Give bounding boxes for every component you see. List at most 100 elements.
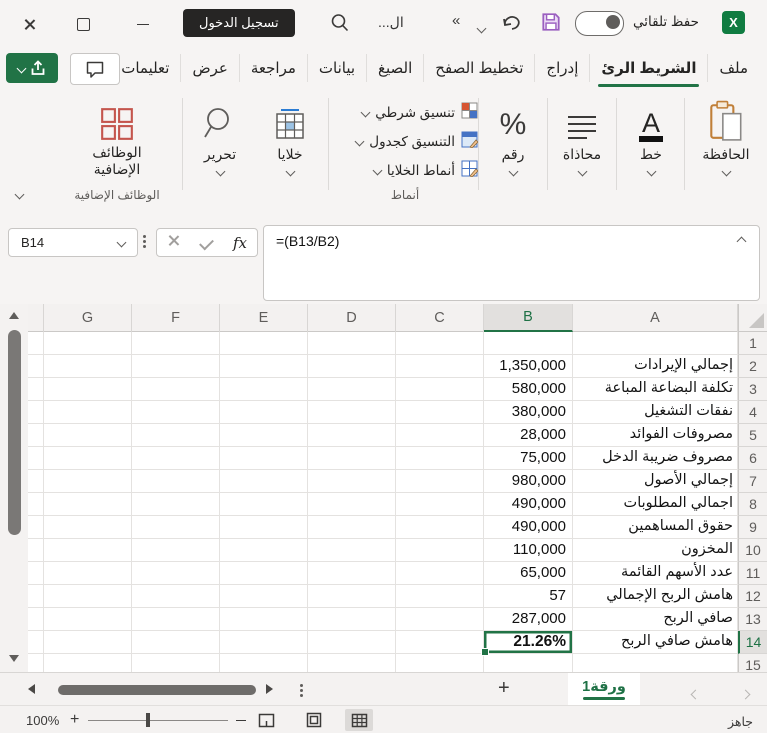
cell-C10[interactable] (396, 539, 484, 562)
cell-E14[interactable] (220, 631, 308, 654)
cell-C2[interactable] (396, 355, 484, 378)
cell-C9[interactable] (396, 516, 484, 539)
cell-A10[interactable]: المخزون (573, 539, 738, 562)
ribbon-tab-4[interactable]: الصيغ (367, 54, 425, 82)
cell-B15[interactable] (484, 654, 573, 672)
cell-H7[interactable] (28, 470, 44, 493)
cell-F3[interactable] (132, 378, 220, 401)
column-header-E[interactable]: E (220, 304, 308, 332)
cell-E5[interactable] (220, 424, 308, 447)
cell-B10[interactable]: 110,000 (484, 539, 573, 562)
cell-F15[interactable] (132, 654, 220, 672)
cell-E10[interactable] (220, 539, 308, 562)
ribbon-tab-5[interactable]: بيانات (308, 54, 368, 82)
cell-H1[interactable] (28, 332, 44, 355)
cell-C3[interactable] (396, 378, 484, 401)
ribbon-tab-0[interactable]: ملف (708, 54, 759, 82)
cell-D1[interactable] (308, 332, 396, 355)
sign-in-button[interactable]: تسجيل الدخول (183, 9, 295, 37)
cell-F5[interactable] (132, 424, 220, 447)
cell-B12[interactable]: 57 (484, 585, 573, 608)
cells-group-button[interactable]: خلايا (258, 94, 322, 177)
zoom-out-button[interactable] (236, 719, 246, 722)
cell-E11[interactable] (220, 562, 308, 585)
cell-A4[interactable]: نفقات التشغيل (573, 401, 738, 424)
collapse-formula-bar-button[interactable] (736, 236, 747, 247)
cell-E6[interactable] (220, 447, 308, 470)
cell-C11[interactable] (396, 562, 484, 585)
cell-H14[interactable] (28, 631, 44, 654)
row-header-15[interactable]: 15 (738, 654, 767, 672)
document-title[interactable]: ال... (378, 14, 404, 31)
cell-E1[interactable] (220, 332, 308, 355)
cell-G10[interactable] (44, 539, 132, 562)
cell-D13[interactable] (308, 608, 396, 631)
column-header-F[interactable]: F (132, 304, 220, 332)
cell-G11[interactable] (44, 562, 132, 585)
ribbon-tab-1[interactable]: الشريط الرئ (590, 54, 709, 87)
clipboard-group-button[interactable]: الحافظة (688, 94, 764, 177)
cell-E4[interactable] (220, 401, 308, 424)
scroll-down-icon[interactable] (9, 655, 19, 662)
cell-D9[interactable] (308, 516, 396, 539)
close-window-button[interactable] (18, 13, 40, 35)
column-header-B[interactable]: B (484, 304, 573, 332)
cell-A11[interactable]: عدد الأسهم القائمة (573, 562, 738, 585)
cell-A6[interactable]: مصروف ضريبة الدخل (573, 447, 738, 470)
hscroll-right-icon[interactable] (266, 684, 273, 694)
zoom-slider-handle[interactable] (146, 713, 150, 727)
cell-H13[interactable] (28, 608, 44, 631)
row-header-14[interactable]: 14 (738, 631, 767, 654)
cell-H8[interactable] (28, 493, 44, 516)
minimize-window-button[interactable] (132, 13, 154, 35)
insert-function-button[interactable]: fx (233, 234, 247, 252)
search-button[interactable] (330, 13, 350, 38)
cell-F13[interactable] (132, 608, 220, 631)
row-header-9[interactable]: 9 (738, 516, 767, 539)
row-header-6[interactable]: 6 (738, 447, 767, 470)
cell-A3[interactable]: تكلفة البضاعة المباعة (573, 378, 738, 401)
cell-B14[interactable]: 21.26% (481, 631, 573, 656)
column-header-A[interactable]: A (573, 304, 738, 332)
row-header-10[interactable]: 10 (738, 539, 767, 562)
cell-D15[interactable] (308, 654, 396, 672)
cell-E12[interactable] (220, 585, 308, 608)
cell-A8[interactable]: اجمالي المطلوبات (573, 493, 738, 516)
cell-D11[interactable] (308, 562, 396, 585)
row-header-2[interactable]: 2 (738, 355, 767, 378)
cell-D5[interactable] (308, 424, 396, 447)
row-header-11[interactable]: 11 (738, 562, 767, 585)
cell-D12[interactable] (308, 585, 396, 608)
select-all-button[interactable] (738, 304, 767, 332)
row-header-13[interactable]: 13 (738, 608, 767, 631)
previous-sheet-button[interactable] (690, 685, 701, 703)
cell-D14[interactable] (308, 631, 396, 654)
customize-quick-access-button[interactable] (476, 19, 487, 37)
cell-G6[interactable] (44, 447, 132, 470)
cell-G2[interactable] (44, 355, 132, 378)
scroll-up-icon[interactable] (9, 312, 19, 319)
cell-H5[interactable] (28, 424, 44, 447)
cell-C12[interactable] (396, 585, 484, 608)
ribbon-tab-2[interactable]: إدراج (535, 54, 591, 82)
cell-A1[interactable] (573, 332, 738, 355)
cell-D8[interactable] (308, 493, 396, 516)
cell-H11[interactable] (28, 562, 44, 585)
ribbon-tab-8[interactable]: تعليمات (110, 54, 182, 82)
cell-E15[interactable] (220, 654, 308, 672)
cell-G12[interactable] (44, 585, 132, 608)
editing-group-button[interactable]: تحرير (188, 94, 252, 177)
cell-B7[interactable]: 980,000 (484, 470, 573, 493)
more-toolbar-commands[interactable]: « (452, 12, 460, 29)
vertical-scrollbar-thumb[interactable] (8, 330, 21, 535)
cell-D10[interactable] (308, 539, 396, 562)
cell-B6[interactable]: 75,000 (484, 447, 573, 470)
page-break-preview-button[interactable] (252, 709, 280, 731)
cancel-button[interactable] (167, 234, 180, 252)
cell-H4[interactable] (28, 401, 44, 424)
ribbon-tab-7[interactable]: عرض (181, 54, 240, 82)
cell-C1[interactable] (396, 332, 484, 355)
cell-F10[interactable] (132, 539, 220, 562)
row-header-3[interactable]: 3 (738, 378, 767, 401)
cell-G1[interactable] (44, 332, 132, 355)
